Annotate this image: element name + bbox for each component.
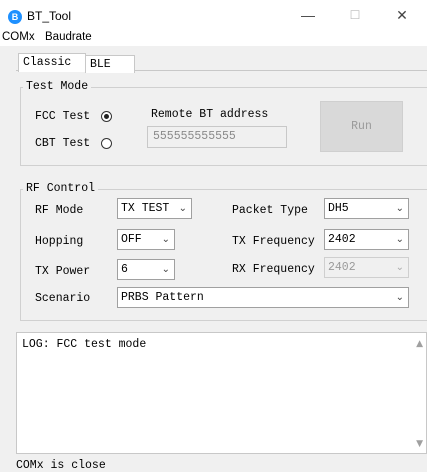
packet-type-value: DH5 <box>328 202 349 215</box>
tx-power-value: 6 <box>121 263 128 276</box>
status-text: COMx is close <box>16 459 106 472</box>
rx-frequency-value: 2402 <box>328 261 356 274</box>
menu-bar: COMx Baudrate <box>0 30 427 46</box>
cbt-test-label: CBT Test <box>35 137 91 150</box>
scenario-select[interactable]: PRBS Pattern ⌄ <box>117 287 409 308</box>
app-icon: B <box>8 10 22 24</box>
scroll-down-icon[interactable]: ▼ <box>416 439 423 449</box>
hopping-select[interactable]: OFF ⌄ <box>117 229 175 250</box>
remote-bt-address-input[interactable]: 555555555555 <box>147 126 287 148</box>
scenario-label: Scenario <box>35 292 91 305</box>
tx-frequency-select[interactable]: 2402 ⌄ <box>324 229 409 250</box>
cbt-test-radio[interactable] <box>101 138 112 149</box>
scenario-value: PRBS Pattern <box>121 291 204 304</box>
remote-bt-address-label: Remote BT address <box>151 108 269 121</box>
scroll-up-icon[interactable]: ▲ <box>416 339 423 349</box>
menu-comx[interactable]: COMx <box>2 31 35 43</box>
minimize-button[interactable]: — <box>286 4 330 26</box>
rx-frequency-select[interactable]: 2402 ⌄ <box>324 257 409 278</box>
packet-type-select[interactable]: DH5 ⌄ <box>324 198 409 219</box>
maximize-button[interactable]: ☐ <box>333 4 377 26</box>
chevron-down-icon: ⌄ <box>395 262 404 273</box>
rf-mode-select[interactable]: TX TEST ⌄ <box>117 198 192 219</box>
tab-ble[interactable]: BLE <box>85 55 135 73</box>
chevron-down-icon: ⌄ <box>161 234 170 245</box>
tab-classic[interactable]: Classic <box>18 53 86 72</box>
menu-baudrate[interactable]: Baudrate <box>45 31 92 43</box>
fcc-test-radio[interactable] <box>101 111 112 122</box>
chevron-down-icon: ⌄ <box>395 292 404 303</box>
test-mode-legend: Test Mode <box>23 80 92 93</box>
log-textarea[interactable]: LOG: FCC test mode ▲ ▼ <box>16 332 427 454</box>
tx-frequency-value: 2402 <box>328 233 356 246</box>
packet-type-label: Packet Type <box>232 204 308 217</box>
rf-mode-label: RF Mode <box>35 204 84 217</box>
hopping-label: Hopping <box>35 235 84 248</box>
chevron-down-icon: ⌄ <box>395 203 404 214</box>
window-title: BT_Tool <box>27 9 72 23</box>
hopping-value: OFF <box>121 233 142 246</box>
rx-frequency-label: RX Frequency <box>232 263 315 276</box>
title-bar: B BT_Tool — ☐ ✕ <box>0 0 427 30</box>
fcc-test-label: FCC Test <box>35 110 91 123</box>
tx-power-label: TX Power <box>35 265 91 278</box>
rf-control-legend: RF Control <box>23 182 99 195</box>
tx-frequency-label: TX Frequency <box>232 235 315 248</box>
run-button[interactable]: Run <box>320 101 403 152</box>
tx-power-select[interactable]: 6 ⌄ <box>117 259 175 280</box>
chevron-down-icon: ⌄ <box>161 264 170 275</box>
chevron-down-icon: ⌄ <box>178 203 187 214</box>
close-button[interactable]: ✕ <box>380 4 424 26</box>
rf-mode-value: TX TEST <box>121 202 170 215</box>
log-text: LOG: FCC test mode <box>22 338 147 351</box>
chevron-down-icon: ⌄ <box>395 234 404 245</box>
